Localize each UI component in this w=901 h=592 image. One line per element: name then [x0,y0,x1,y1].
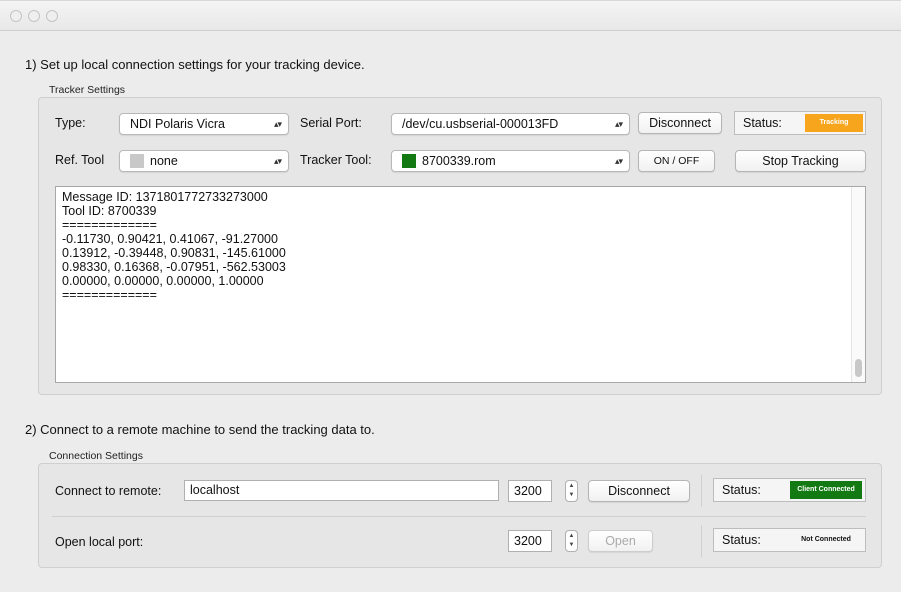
title-bar [0,1,901,31]
remote-port-input[interactable]: 3200 [508,480,552,502]
updown-arrow-icon: ▴▾ [614,156,623,166]
remote-status-box: Status: Client Connected [713,478,866,502]
updown-arrow-icon: ▴▾ [273,156,282,166]
tracker-status-indicator: Tracking [805,114,863,132]
open-local-port-label: Open local port: [55,535,144,549]
local-port-stepper[interactable]: ▲ ▼ [565,530,578,552]
type-select[interactable]: NDI Polaris Vicra ▴▾ [119,113,289,135]
tracking-log-content: Message ID: 1371801772733273000 Tool ID: … [62,190,859,302]
on-off-button[interactable]: ON / OFF [638,150,715,172]
serial-port-select[interactable]: /dev/cu.usbserial-000013FD ▴▾ [391,113,630,135]
remote-status-indicator: Client Connected [790,481,862,499]
local-status-indicator: Not Connected [801,536,851,543]
remote-status-label: Status: [722,483,761,497]
log-line: ============= [62,218,157,232]
close-window-button[interactable] [10,10,22,22]
section2-heading: 2) Connect to a remote machine to send t… [25,422,375,437]
minimize-window-button[interactable] [28,10,40,22]
tracking-log-textarea[interactable]: Message ID: 1371801772733273000 Tool ID: … [55,186,866,383]
ref-tool-color-swatch [130,154,144,168]
local-status-box: Status: Not Connected [713,528,866,552]
tracker-tool-color-swatch [402,154,416,168]
local-port-input[interactable]: 3200 [508,530,552,552]
tracker-settings-label: Tracker Settings [49,84,126,96]
log-line: 0.13912, -0.39448, 0.90831, -145.61000 [62,246,286,260]
app-window: 1) Set up local connection settings for … [0,0,901,592]
section1-heading: 1) Set up local connection settings for … [25,57,365,72]
log-line: 0.00000, 0.00000, 0.00000, 1.00000 [62,274,264,288]
tracker-status-box: Status: Tracking [734,111,866,135]
tracker-tool-select[interactable]: 8700339.rom ▴▾ [391,150,630,172]
serial-port-value: /dev/cu.usbserial-000013FD [402,117,559,131]
stop-tracking-button[interactable]: Stop Tracking [735,150,866,172]
zoom-window-button[interactable] [46,10,58,22]
local-status-label: Status: [722,533,761,547]
tracker-disconnect-button[interactable]: Disconnect [638,112,722,134]
log-line: ============= [62,288,157,302]
updown-arrow-icon: ▴▾ [614,119,623,129]
log-scroll-thumb[interactable] [855,359,862,377]
connection-settings-label: Connection Settings [49,450,143,462]
type-label: Type: [55,116,86,130]
remote-port-stepper[interactable]: ▲ ▼ [565,480,578,502]
type-select-value: NDI Polaris Vicra [130,117,225,131]
log-line: 0.98330, 0.16368, -0.07951, -562.53003 [62,260,286,274]
log-line: -0.11730, 0.90421, 0.41067, -91.27000 [62,232,278,246]
updown-arrow-icon: ▴▾ [273,119,282,129]
ref-tool-label: Ref. Tool [55,153,105,167]
log-line: Message ID: 1371801772733273000 [62,190,268,204]
horizontal-divider [52,516,866,517]
vertical-divider [701,525,702,557]
tracker-status-label: Status: [743,116,782,130]
remote-host-input[interactable]: localhost [184,480,499,501]
ref-tool-select[interactable]: none ▴▾ [119,150,289,172]
log-scrollbar[interactable] [851,187,865,382]
tracker-tool-label: Tracker Tool: [300,153,372,167]
ref-tool-value: none [150,154,178,168]
vertical-divider [701,475,702,507]
serial-port-label: Serial Port: [300,116,362,130]
log-line: Tool ID: 8700339 [62,204,157,218]
tracker-tool-value: 8700339.rom [422,154,496,168]
open-port-button[interactable]: Open [588,530,653,552]
remote-disconnect-button[interactable]: Disconnect [588,480,690,502]
connect-remote-label: Connect to remote: [55,484,162,498]
